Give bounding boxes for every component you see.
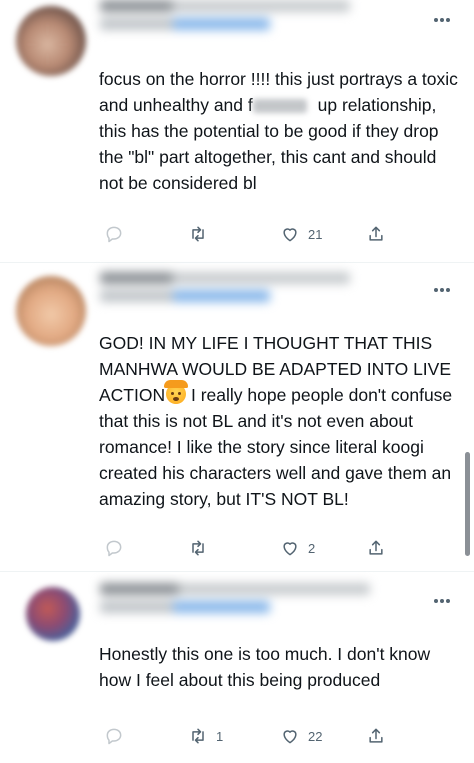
like-icon xyxy=(283,730,297,744)
tweet-text: Honestly this one is too much. I don't k… xyxy=(99,644,431,690)
like-count: 21 xyxy=(308,226,323,242)
more-icon[interactable] xyxy=(430,591,454,611)
retweet-count: 1 xyxy=(216,728,224,744)
share-button[interactable] xyxy=(366,536,386,560)
reply-button[interactable] xyxy=(104,536,132,560)
share-button[interactable] xyxy=(366,724,386,748)
tweet-header-redacted xyxy=(100,583,420,613)
avatar[interactable] xyxy=(26,587,80,641)
like-button[interactable]: 2 xyxy=(280,536,315,560)
tweet-header-redacted xyxy=(100,272,420,302)
redacted-replying-to xyxy=(100,290,270,302)
tweet-text: GOD! IN MY LIFE I THOUGHT THAT THIS MANH… xyxy=(99,330,459,512)
reply-button[interactable] xyxy=(104,724,132,748)
retweet-icon xyxy=(192,540,204,556)
reply-icon xyxy=(106,226,122,243)
tweet[interactable]: focus on the horror !!!! this just portr… xyxy=(0,0,474,263)
redacted-replying-to xyxy=(100,18,270,30)
like-button[interactable]: 22 xyxy=(280,724,322,748)
share-icon xyxy=(369,226,383,241)
tweet-actions: 2 xyxy=(96,536,396,560)
like-count: 2 xyxy=(308,540,316,556)
like-icon xyxy=(283,542,297,556)
tweet-text: focus on the horror !!!! this just portr… xyxy=(99,66,459,196)
redacted-username xyxy=(100,583,370,595)
tweet-header-redacted xyxy=(100,0,420,30)
scrollbar[interactable] xyxy=(465,452,470,556)
tweet[interactable]: GOD! IN MY LIFE I THOUGHT THAT THIS MANH… xyxy=(0,264,474,572)
exploding-head-emoji xyxy=(164,380,189,404)
avatar[interactable] xyxy=(16,276,86,346)
reply-icon xyxy=(106,728,122,745)
more-icon[interactable] xyxy=(430,280,454,300)
redacted-replying-to xyxy=(100,601,270,613)
like-count: 22 xyxy=(308,728,323,744)
like-button[interactable]: 21 xyxy=(280,222,322,246)
share-button[interactable] xyxy=(366,222,386,246)
like-icon xyxy=(283,228,297,242)
reply-button[interactable] xyxy=(104,222,132,246)
retweet-button[interactable]: 1 xyxy=(188,724,223,748)
tweet-actions: 1 22 xyxy=(96,724,396,748)
retweet-button[interactable] xyxy=(188,222,216,246)
tweet[interactable]: Honestly this one is too much. I don't k… xyxy=(0,573,474,763)
retweet-button[interactable] xyxy=(188,536,216,560)
more-icon[interactable] xyxy=(430,10,454,30)
share-icon xyxy=(369,540,383,555)
retweet-icon xyxy=(192,728,204,744)
avatar[interactable] xyxy=(16,6,86,76)
censored-word xyxy=(252,99,307,114)
redacted-username xyxy=(100,272,350,284)
tweet-actions: 21 xyxy=(96,222,396,246)
redacted-username xyxy=(100,0,350,12)
retweet-icon xyxy=(192,226,204,242)
share-icon xyxy=(369,728,383,743)
reply-icon xyxy=(106,540,122,557)
